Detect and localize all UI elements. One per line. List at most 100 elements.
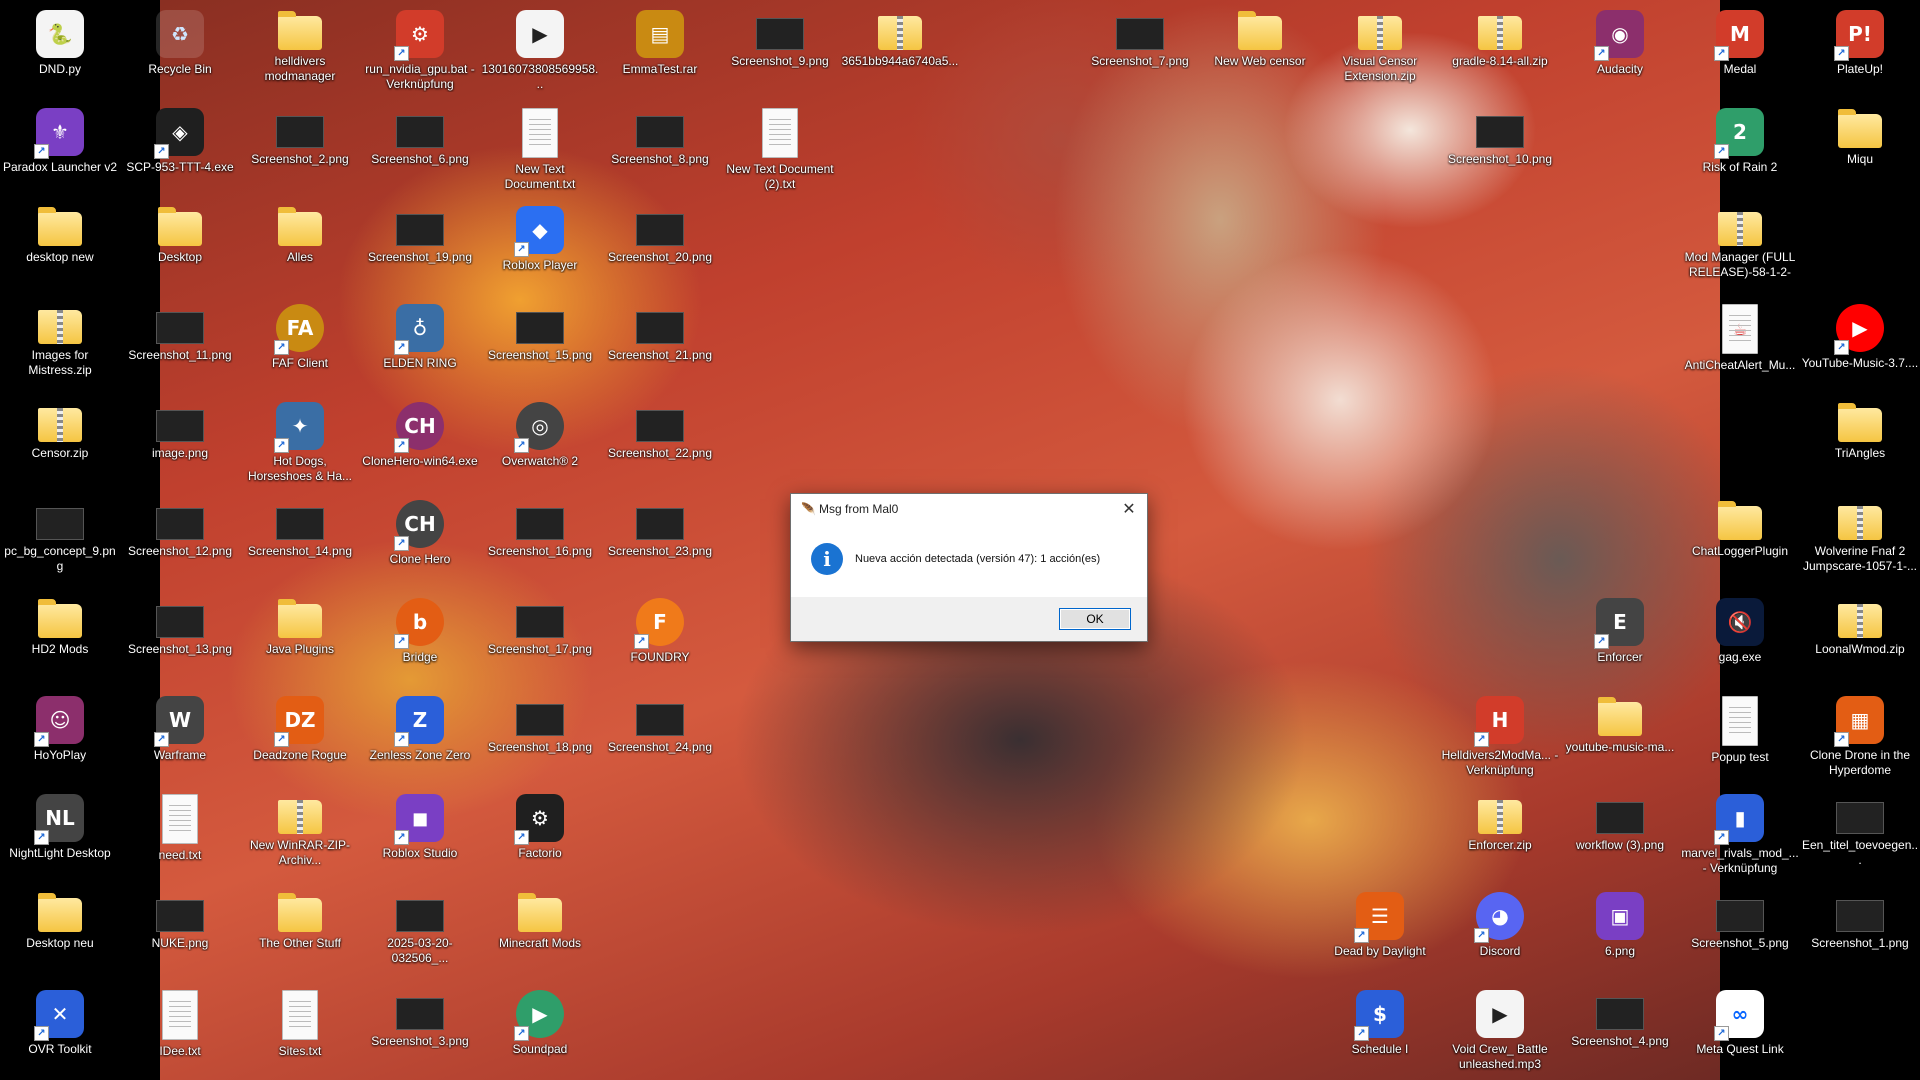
desktop-icon[interactable]: Screenshot_16.png [481, 492, 599, 588]
desktop-icon[interactable]: Enforcer.zip [1441, 786, 1559, 882]
desktop-icon[interactable]: 2Risk of Rain 2 [1681, 100, 1799, 196]
desktop-icon[interactable]: Screenshot_23.png [601, 492, 719, 588]
desktop-icon[interactable]: bBridge [361, 590, 479, 686]
desktop-icon[interactable]: MMedal [1681, 2, 1799, 98]
close-icon[interactable]: ✕ [1111, 494, 1147, 524]
desktop-icon[interactable]: pc_bg_concept_9.png [1, 492, 119, 588]
desktop-icon[interactable]: Desktop neu [1, 884, 119, 980]
desktop-icon[interactable]: ⚙run_nvidia_gpu.bat - Verknüpfung [361, 2, 479, 98]
desktop-icon[interactable]: Sites.txt [241, 982, 359, 1078]
desktop-icon[interactable]: Mod Manager (FULL RELEASE)-58-1-2-0-... [1681, 198, 1799, 294]
desktop-icon[interactable]: DZDeadzone Rogue [241, 688, 359, 784]
desktop-icon[interactable]: ∞Meta Quest Link [1681, 982, 1799, 1078]
desktop-icon[interactable]: Screenshot_18.png [481, 688, 599, 784]
desktop-icon[interactable]: NUKE.png [121, 884, 239, 980]
desktop-icon[interactable]: Screenshot_24.png [601, 688, 719, 784]
desktop-icon[interactable]: Java Plugins [241, 590, 359, 686]
desktop-icon[interactable]: New WinRAR-ZIP-Archiv... [241, 786, 359, 882]
desktop-icon[interactable]: Screenshot_15.png [481, 296, 599, 392]
desktop-icon[interactable]: Screenshot_3.png [361, 982, 479, 1078]
desktop-icon[interactable]: Visual Censor Extension.zip [1321, 2, 1439, 98]
desktop-icon[interactable]: Screenshot_4.png [1561, 982, 1679, 1078]
desktop-icon[interactable]: image.png [121, 394, 239, 490]
desktop-icon[interactable]: ▶ 13016073808569958... [481, 2, 599, 98]
desktop-icon[interactable]: ☺HoYoPlay [1, 688, 119, 784]
desktop-icon[interactable]: TriAngles [1801, 394, 1919, 490]
desktop-icon[interactable]: WWarframe [121, 688, 239, 784]
desktop-icon[interactable]: CHCloneHero-win64.exe [361, 394, 479, 490]
desktop-icon[interactable]: ✦Hot Dogs, Horseshoes & Ha... [241, 394, 359, 490]
ok-button[interactable]: OK [1059, 608, 1131, 630]
desktop-icon[interactable]: New Text Document (2).txt [721, 100, 839, 196]
desktop-icon[interactable]: Images for Mistress.zip [1, 296, 119, 392]
desktop-icon[interactable]: ▤ EmmaTest.rar [601, 2, 719, 98]
desktop-icon[interactable]: ♁ELDEN RING [361, 296, 479, 392]
desktop-icon[interactable]: ▮marvel_rivals_mod_... - Verknüpfung [1681, 786, 1799, 882]
desktop-icon[interactable]: Screenshot_7.png [1081, 2, 1199, 98]
desktop-icon[interactable]: HD2 Mods [1, 590, 119, 686]
desktop-icon[interactable]: Screenshot_6.png [361, 100, 479, 196]
desktop-icon[interactable]: $Schedule I [1321, 982, 1439, 1078]
desktop-icon[interactable]: ZZenless Zone Zero [361, 688, 479, 784]
desktop-icon[interactable]: Screenshot_13.png [121, 590, 239, 686]
desktop-icon[interactable]: helldivers modmanager [241, 2, 359, 98]
desktop-icon[interactable]: LoonalWmod.zip [1801, 590, 1919, 686]
desktop-icon[interactable]: Wolverine Fnaf 2 Jumpscare-1057-1-... [1801, 492, 1919, 588]
desktop-icon[interactable]: IDee.txt [121, 982, 239, 1078]
desktop-icon[interactable]: ◈SCP-953-TTT-4.exe [121, 100, 239, 196]
desktop-icon[interactable]: ▦Clone Drone in the Hyperdome [1801, 688, 1919, 784]
desktop-icon[interactable]: Screenshot_12.png [121, 492, 239, 588]
desktop-icon[interactable]: Screenshot_2.png [241, 100, 359, 196]
desktop-icon[interactable]: Miqu [1801, 100, 1919, 196]
desktop-icon[interactable]: NLNightLight Desktop [1, 786, 119, 882]
desktop-icon[interactable]: The Other Stuff [241, 884, 359, 980]
desktop-icon[interactable]: 🐍 DND.py [1, 2, 119, 98]
desktop-icon[interactable]: ◆Roblox Player [481, 198, 599, 294]
desktop-icon[interactable]: ▣ 6.png [1561, 884, 1679, 980]
desktop-icon[interactable]: ⚙Factorio [481, 786, 599, 882]
desktop-icon[interactable]: gradle-8.14-all.zip [1441, 2, 1559, 98]
desktop-icon[interactable]: ☕ AntiCheatAlert_Mu... [1681, 296, 1799, 392]
desktop-icon[interactable]: P!PlateUp! [1801, 2, 1919, 98]
desktop-icon[interactable]: Censor.zip [1, 394, 119, 490]
desktop-icon[interactable]: Desktop [121, 198, 239, 294]
desktop-icon[interactable]: workflow (3).png [1561, 786, 1679, 882]
desktop-icon[interactable]: ✕OVR Toolkit [1, 982, 119, 1078]
desktop-icon[interactable]: ▶ Void Crew_ Battle unleashed.mp3 [1441, 982, 1559, 1078]
desktop-icon[interactable]: Screenshot_20.png [601, 198, 719, 294]
desktop-icon[interactable]: Screenshot_22.png [601, 394, 719, 490]
desktop-icon[interactable]: ◎Overwatch® 2 [481, 394, 599, 490]
desktop-icon[interactable]: Screenshot_21.png [601, 296, 719, 392]
desktop-icon[interactable]: 3651bb944a6740a5... [841, 2, 959, 98]
desktop-icon[interactable]: Een_titel_toevoegen... [1801, 786, 1919, 882]
desktop-icon[interactable]: EEnforcer [1561, 590, 1679, 686]
desktop-icon[interactable]: Screenshot_11.png [121, 296, 239, 392]
desktop-icon[interactable]: 🔇 gag.exe [1681, 590, 1799, 686]
desktop-icon[interactable]: ◉Audacity [1561, 2, 1679, 98]
desktop-icon[interactable]: Screenshot_9.png [721, 2, 839, 98]
desktop-icon[interactable]: ♻ Recycle Bin [121, 2, 239, 98]
desktop-icon[interactable]: ☰Dead by Daylight [1321, 884, 1439, 980]
desktop-icon[interactable]: CHClone Hero [361, 492, 479, 588]
desktop-icon[interactable]: Screenshot_1.png [1801, 884, 1919, 980]
desktop-icon[interactable]: Screenshot_17.png [481, 590, 599, 686]
desktop-icon[interactable]: need.txt [121, 786, 239, 882]
desktop-icon[interactable]: Alles [241, 198, 359, 294]
desktop-icon[interactable]: FFOUNDRY [601, 590, 719, 686]
desktop-icon[interactable]: ▶YouTube-Music-3.7.... [1801, 296, 1919, 392]
desktop-icon[interactable]: Screenshot_5.png [1681, 884, 1799, 980]
desktop-icon[interactable]: Screenshot_8.png [601, 100, 719, 196]
desktop-icon[interactable]: FAFAF Client [241, 296, 359, 392]
desktop-icon[interactable]: ChatLoggerPlugin [1681, 492, 1799, 588]
desktop-icon[interactable]: New Text Document.txt [481, 100, 599, 196]
desktop-icon[interactable]: 2025-03-20-032506_... [361, 884, 479, 980]
desktop-icon[interactable]: Screenshot_10.png [1441, 100, 1559, 196]
desktop-icon[interactable]: Screenshot_19.png [361, 198, 479, 294]
desktop-icon[interactable]: Minecraft Mods [481, 884, 599, 980]
desktop-icon[interactable]: ◕Discord [1441, 884, 1559, 980]
desktop-icon[interactable]: New Web censor [1201, 2, 1319, 98]
desktop-icon[interactable]: ⚜Paradox Launcher v2 [1, 100, 119, 196]
desktop-icon[interactable]: ◼Roblox Studio [361, 786, 479, 882]
desktop-icon[interactable]: Screenshot_14.png [241, 492, 359, 588]
desktop-icon[interactable]: youtube-music-ma... [1561, 688, 1679, 784]
